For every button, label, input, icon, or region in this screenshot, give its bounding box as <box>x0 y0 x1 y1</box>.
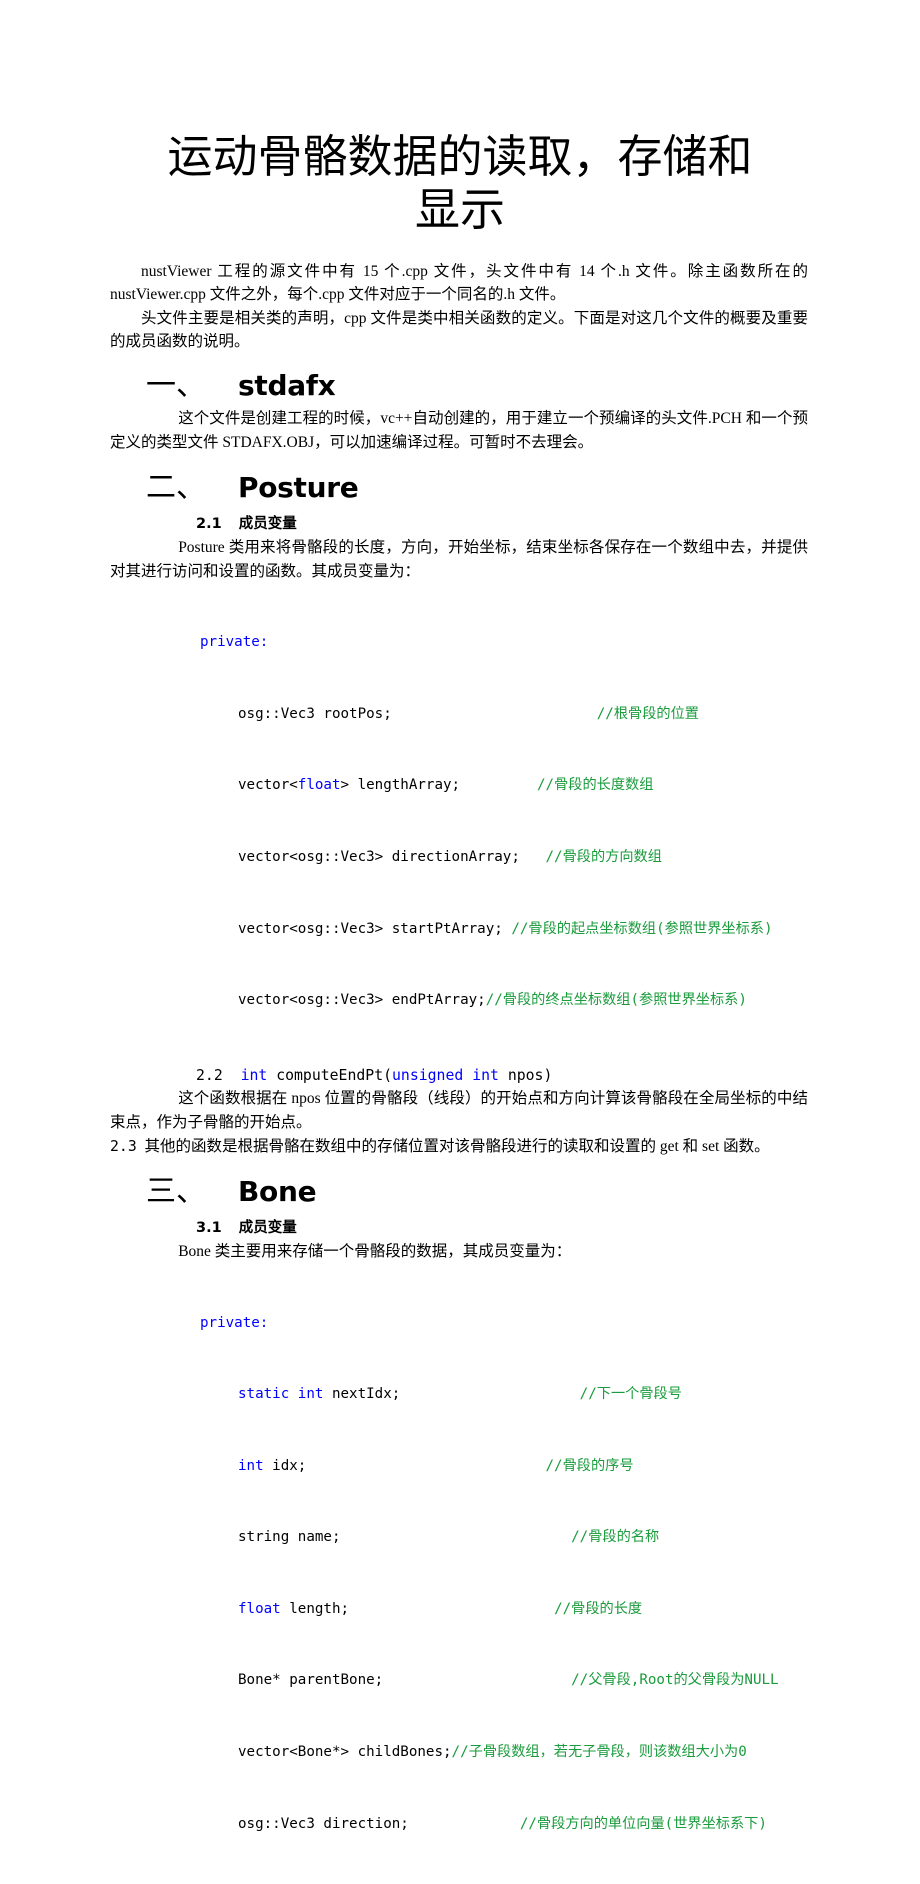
param-name: npos) <box>498 1066 553 1084</box>
document-page: 运动骨骼数据的读取，存储和显示 nustViewer 工程的源文件中有 15 个… <box>0 0 920 1832</box>
code-line: static int nextIdx; //下一个骨段号 <box>238 1386 682 1403</box>
section-title: stdafx <box>238 369 336 403</box>
code-line: int idx; //骨段的序号 <box>238 1457 634 1474</box>
section-heading-stdafx: 一、 stdafx <box>0 367 920 405</box>
page-title: 运动骨骼数据的读取，存储和显示 <box>167 130 753 237</box>
section-title: Posture <box>238 470 359 504</box>
posture-code-block: private: osg::Vec3 rootPos; //根骨段的位置 vec… <box>0 584 920 1061</box>
bone-code-block: private: static int nextIdx; //下一个骨段号 in… <box>0 1264 920 1884</box>
subsection-2-3: 2.3 其他的函数是根据骨骼在数组中的存储位置对该骨骼段进行的读取和设置的 ge… <box>0 1135 920 1159</box>
posture-body: Posture 类用来将骨骼段的长度，方向，开始坐标，结束坐标各保存在一个数组中… <box>110 538 808 580</box>
code-line: osg::Vec3 direction; //骨段方向的单位向量(世界坐标系下) <box>238 1815 767 1832</box>
subsection-2-3-body: 其他的函数是根据骨骼在数组中的存储位置对该骨骼段进行的读取和设置的 get 和 … <box>144 1137 770 1155</box>
code-line: string name; //骨段的名称 <box>238 1529 660 1546</box>
code-line: vector<osg::Vec3> startPtArray; //骨段的起点坐… <box>238 920 773 937</box>
section-number: 一、 <box>146 369 206 403</box>
code-line: vector<float> lengthArray; //骨段的长度数组 <box>238 777 654 794</box>
section-number: 二、 <box>146 470 206 504</box>
function-name: computeEndPt( <box>276 1066 393 1084</box>
keyword-int: int <box>240 1066 277 1084</box>
subsection-heading-2-1: 2.1 成员变量 <box>0 514 920 534</box>
keyword-unsigned-int: unsigned int <box>392 1066 499 1084</box>
subsection-title: 成员变量 <box>238 516 297 533</box>
intro-paragraph-1: nustViewer 工程的源文件中有 15 个.cpp 文件，头文件中有 14… <box>110 263 808 304</box>
access-modifier-private: private: <box>200 634 269 651</box>
intro-paragraph-2: 头文件主要是相关类的声明，cpp 文件是类中相关函数的定义。下面是对这几个文件的… <box>110 309 808 350</box>
subsection-number: 3.1 <box>196 1220 222 1237</box>
code-line: vector<Bone*> childBones;//子骨段数组，若无子骨段，则… <box>238 1743 747 1760</box>
section-heading-posture: 二、 Posture <box>0 469 920 507</box>
code-line: vector<osg::Vec3> directionArray; //骨段的方… <box>238 849 662 865</box>
subsection-2-2-signature: 2.2 int computeEndPt(unsigned int npos) <box>0 1065 920 1087</box>
access-modifier-private: private: <box>200 1314 269 1331</box>
subsection-title: 成员变量 <box>238 1220 297 1237</box>
subsection-number: 2.2 <box>196 1066 223 1084</box>
section-heading-bone: 三、 Bone <box>0 1173 920 1211</box>
section-number: 三、 <box>146 1174 206 1208</box>
code-line: float length; //骨段的长度 <box>238 1600 643 1617</box>
section-title: Bone <box>238 1174 317 1208</box>
code-line: vector<osg::Vec3> endPtArray;//骨段的终点坐标数组… <box>238 992 747 1009</box>
subsection-heading-3-1: 3.1 成员变量 <box>0 1218 920 1238</box>
code-line: Bone* parentBone; //父骨段,Root的父骨段为NULL <box>238 1672 779 1689</box>
code-line: osg::Vec3 rootPos; //根骨段的位置 <box>238 705 699 722</box>
subsection-number: 2.3 <box>110 1137 137 1155</box>
stdafx-body: 这个文件是创建工程的时候，vc++自动创建的，用于建立一个预编译的头文件.PCH… <box>110 409 808 451</box>
subsection-number: 2.1 <box>196 516 222 533</box>
bone-body: Bone 类主要用来存储一个骨骼段的数据，其成员变量为： <box>178 1242 572 1260</box>
subsection-2-2-body: 这个函数根据在 npos 位置的骨骼段（线段）的开始点和方向计算该骨骼段在全局坐… <box>110 1089 808 1131</box>
